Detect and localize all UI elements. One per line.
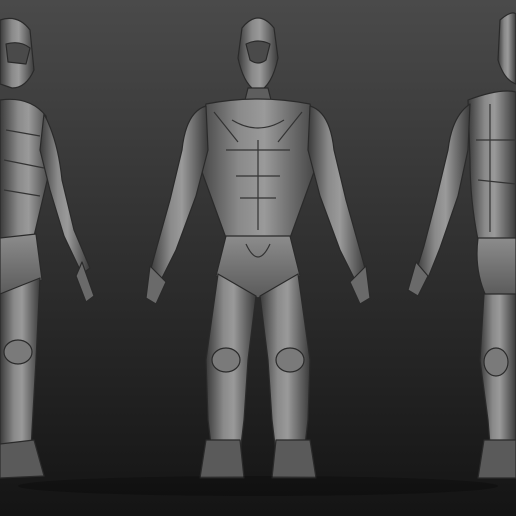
- render-canvas: [0, 0, 516, 516]
- floor-shadow: [18, 476, 498, 496]
- sculpt-viewport: [0, 0, 516, 516]
- back-pelvis: [476, 237, 516, 297]
- back-boot: [477, 439, 516, 479]
- front-visor: [245, 40, 271, 64]
- front-boot-right: [271, 439, 317, 479]
- front-boot-left: [199, 439, 245, 479]
- back-torso: [467, 90, 516, 241]
